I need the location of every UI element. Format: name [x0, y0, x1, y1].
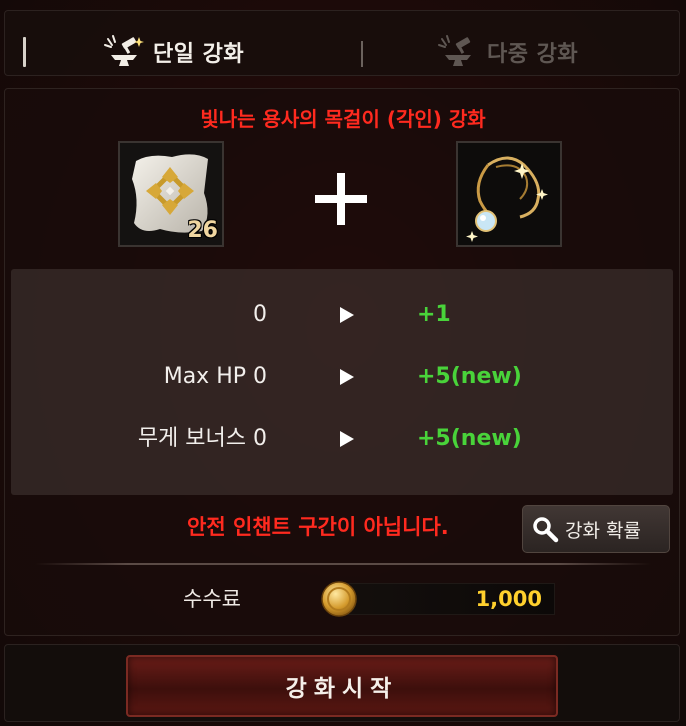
stat-new-value: +5(new) [417, 364, 522, 389]
tab-single-label: 단일 강화 [153, 42, 245, 67]
material-count: 26 [187, 218, 218, 243]
gold-coin-icon [321, 581, 357, 617]
stat-new-value: +1 [417, 302, 451, 327]
tab-multi-label: 다중 강화 [487, 42, 579, 67]
stat-new-value: +5(new) [417, 426, 522, 451]
material-slot[interactable]: 26 [118, 141, 224, 247]
stat-row: 무게 보너스 0 +5(new) [11, 419, 673, 459]
arrow-right-icon [340, 369, 354, 385]
anvil-hammer-icon [438, 35, 471, 66]
active-tab-marker [23, 37, 26, 67]
fee-amount-bar: 1,000 [335, 583, 555, 615]
stat-current: Max HP 0 [163, 364, 267, 389]
plus-icon [315, 173, 367, 225]
start-enhance-label: 강화시작 [285, 676, 399, 702]
stat-row: 0 +1 [11, 295, 673, 335]
fee-value: 1,000 [475, 587, 542, 611]
stat-current: 무게 보너스 0 [137, 426, 267, 451]
anvil-hammer-icon [104, 35, 144, 66]
safe-enchant-warning: 안전 인챈트 구간이 아닙니다. [187, 515, 449, 539]
start-enhance-button[interactable]: 강화시작 [126, 655, 558, 717]
tab-multi-enhance[interactable]: 다중 강화 [437, 33, 578, 71]
stat-changes-box: 0 +1 Max HP 0 +5(new) 무게 보너스 0 +5(new) [11, 269, 673, 495]
stat-row: Max HP 0 +5(new) [11, 357, 673, 397]
enhance-panel: 빛나는 용사의 목걸이 (각인) 강화 26 0 +1 Max HP 0 +5(… [4, 88, 680, 636]
target-item-slot[interactable] [456, 141, 562, 247]
footer-bar: 강화시작 [4, 644, 680, 722]
enhance-rate-label: 강화 확률 [565, 519, 641, 542]
enhance-rate-button[interactable]: 강화 확률 [522, 505, 670, 553]
arrow-right-icon [340, 307, 354, 323]
tab-single-enhance[interactable]: 단일 강화 [103, 33, 244, 71]
divider [35, 563, 651, 565]
fee-label: 수수료 [183, 587, 241, 611]
enhance-tab-bar: 단일 강화 다중 강화 [4, 10, 680, 76]
item-title: 빛나는 용사의 목걸이 (각인) 강화 [200, 107, 486, 131]
necklace-icon [458, 143, 560, 245]
stat-current: 0 [253, 302, 267, 327]
arrow-right-icon [340, 431, 354, 447]
tab-divider [361, 41, 363, 67]
search-icon [533, 517, 559, 543]
